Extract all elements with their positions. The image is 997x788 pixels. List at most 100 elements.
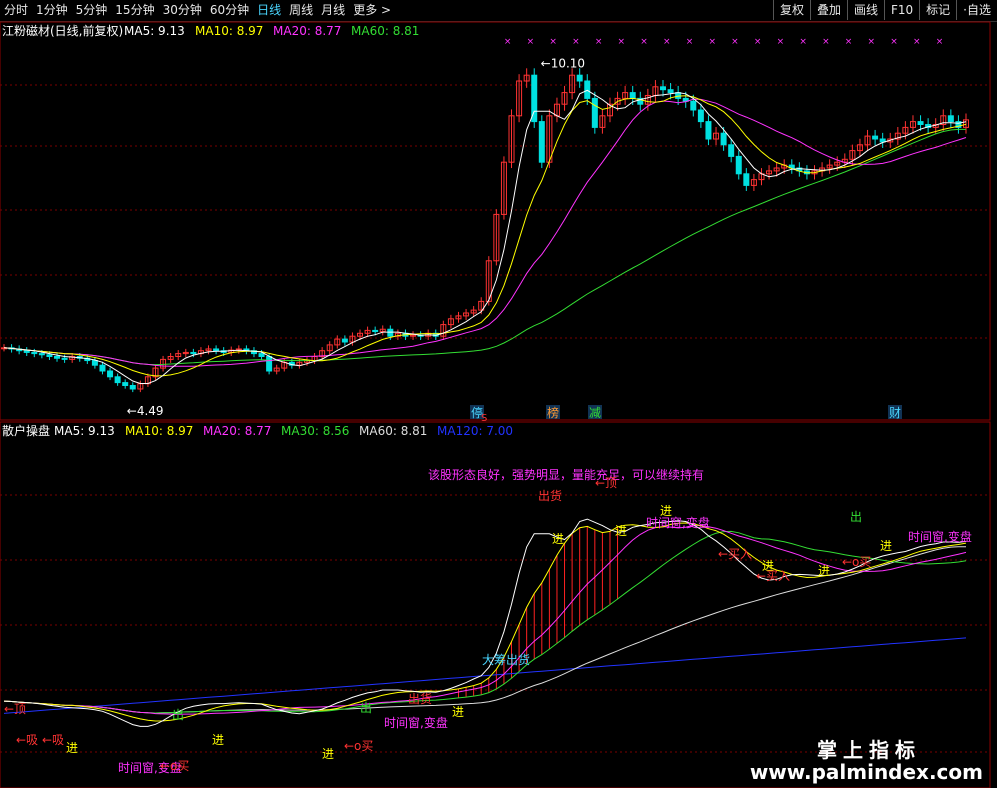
top-marker-75: × — [572, 37, 580, 47]
candle-body-49 — [372, 329, 379, 333]
lower-ma-label-2: MA20: 8.77 — [203, 424, 271, 438]
kline-chart: 江粉磁材(日线,前复权) MA5: 9.13 MA10: 8.97 MA20: 8.7… — [0, 21, 991, 788]
annotation-25: ←o买 — [842, 555, 871, 569]
annotation-27: 进 — [880, 539, 892, 553]
candle-body-115 — [872, 135, 879, 140]
candle-body-35 — [266, 356, 273, 372]
watermark-title: 掌上指标 — [817, 738, 921, 762]
top-marker-111: × — [845, 37, 853, 47]
top-marker-90: × — [686, 37, 694, 47]
annotation-4: 出 — [172, 708, 184, 722]
event-tag-3: 财 — [889, 406, 901, 420]
upper-high-label: ←10.10 — [541, 57, 585, 71]
upper-ma-label-2: MA20: 8.77 — [273, 24, 341, 38]
annotation-15: 出货 — [538, 488, 562, 503]
candle-body-45 — [341, 338, 348, 343]
annotation-12: 时间窗,变盘 — [384, 715, 448, 730]
candle-body-87 — [660, 86, 667, 91]
candle-body-8 — [61, 357, 68, 360]
candle-body-97 — [735, 155, 742, 175]
candle-body-76 — [576, 74, 583, 82]
upper-low-label: ←4.49 — [127, 404, 164, 418]
annotation-3: 进 — [66, 741, 78, 755]
annotation-20: 时间窗,变盘 — [646, 515, 710, 530]
top-marker-81: × — [618, 37, 626, 47]
top-marker-72: × — [549, 37, 557, 47]
annotation-8: 进 — [322, 747, 334, 761]
candle-body-71 — [538, 121, 545, 163]
candle-body-91 — [690, 100, 697, 111]
candle-body-95 — [720, 132, 727, 146]
candle-body-77 — [584, 80, 591, 99]
upper-panel-frame — [0, 21, 991, 421]
annotation-9: 出 — [360, 701, 372, 715]
candle-body-25 — [190, 351, 197, 355]
lower-ma10-line — [3, 522, 967, 722]
candle-body-15 — [114, 376, 121, 384]
candle-body-17 — [129, 385, 136, 390]
lower-title: 散户操盘 — [2, 423, 50, 438]
candle-body-93 — [705, 121, 712, 140]
top-marker-114: × — [868, 37, 876, 47]
candle-body-96 — [728, 144, 735, 157]
top-marker-99: × — [754, 37, 762, 47]
annotation-18: 进 — [615, 524, 627, 538]
upper-ma10-line — [3, 95, 967, 377]
annotation-2: ←吸 — [42, 733, 64, 747]
lower-ma-label-4: MA60: 8.81 — [359, 424, 427, 438]
top-marker-102: × — [777, 37, 785, 47]
candle-body-88 — [667, 89, 674, 94]
upper-title: 江粉磁材(日线,前复权) — [2, 23, 123, 38]
event-mark: S — [481, 413, 487, 424]
lower-ma-label-5: MA120: 7.00 — [437, 424, 513, 438]
lower-comment: 该股形态良好，强势明显，量能充足，可以继续持有 — [428, 467, 704, 482]
annotation-13: 进 — [452, 705, 464, 719]
annotation-14: 大筹出货 — [482, 652, 530, 667]
event-tag-1: 榜 — [547, 405, 559, 420]
annotation-28: 时间窗,变盘 — [908, 529, 972, 544]
top-marker-123: × — [936, 37, 944, 47]
candle-body-13 — [99, 364, 106, 372]
top-marker-108: × — [822, 37, 830, 47]
annotation-7: ←o买 — [344, 739, 373, 753]
candle-body-34 — [258, 353, 265, 358]
annotation-26: 出 — [850, 510, 862, 524]
upper-ma-label-1: MA10: 8.97 — [195, 24, 263, 38]
annotation-17: ←顶 — [595, 476, 617, 490]
annotation-5: 进 — [212, 733, 224, 747]
candle-body-6 — [46, 354, 53, 358]
lower-ma-label-0: MA5: 9.13 — [54, 424, 115, 438]
annotation-1: ←吸 — [16, 733, 38, 747]
candle-body-7 — [54, 356, 61, 359]
event-tag-2: 减 — [589, 406, 601, 420]
candle-body-51 — [387, 328, 394, 337]
watermark-url: www.palmindex.com — [749, 760, 983, 784]
candle-body-121 — [917, 121, 924, 125]
lower-ma-label-3: MA30: 8.56 — [281, 424, 349, 438]
top-marker-78: × — [595, 37, 603, 47]
candle-body-14 — [107, 370, 114, 378]
top-marker-93: × — [708, 37, 716, 47]
candle-body-12 — [91, 360, 98, 366]
annotation-24: 进 — [818, 564, 830, 578]
upper-ma20-line — [3, 98, 967, 367]
top-marker-87: × — [663, 37, 671, 47]
lower-ma20-line — [3, 524, 967, 715]
candle-body-16 — [122, 382, 129, 387]
lower-ma-label-1: MA10: 8.97 — [125, 424, 193, 438]
top-marker-96: × — [731, 37, 739, 47]
annotation-10: ←o买 — [160, 759, 189, 773]
candle-body-98 — [743, 173, 750, 186]
candle-body-92 — [697, 109, 704, 123]
watermark: 掌上指标 www.palmindex.com — [727, 728, 997, 788]
annotation-23: ←买入 — [756, 569, 790, 583]
candle-body-5 — [38, 353, 45, 356]
candle-body-4 — [31, 351, 38, 355]
annotation-11: 出货 — [408, 691, 432, 706]
upper-ma-label-3: MA60: 8.81 — [351, 24, 419, 38]
candle-body-125 — [947, 115, 954, 123]
upper-ma5-line — [3, 89, 967, 384]
top-marker-66: × — [504, 37, 512, 47]
candle-body-3 — [23, 350, 30, 353]
candle-body-78 — [591, 97, 598, 128]
